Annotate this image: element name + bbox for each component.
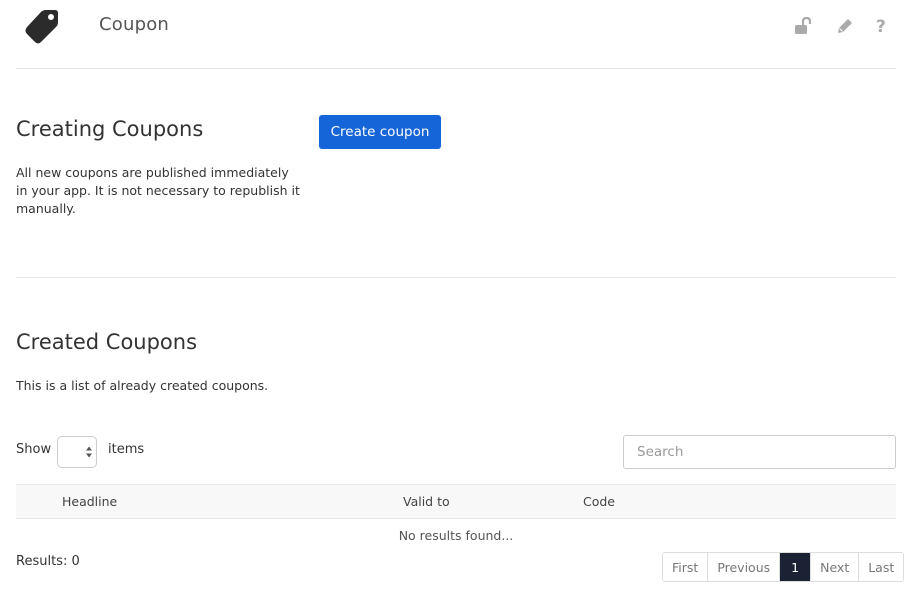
tag-icon	[25, 10, 58, 44]
items-label: items	[108, 442, 145, 457]
description-line: All new coupons are published immediatel…	[16, 165, 289, 180]
help-icon[interactable]: ?	[872, 16, 892, 36]
table-header: Headline Valid to Code	[16, 484, 896, 519]
search-input[interactable]	[623, 435, 896, 469]
section-divider	[16, 277, 896, 278]
empty-table-message: No results found...	[398, 528, 514, 543]
pagination-next[interactable]: Next	[810, 553, 859, 581]
pencil-icon[interactable]	[835, 16, 855, 36]
svg-text:?: ?	[876, 17, 886, 36]
show-label: Show	[16, 442, 52, 457]
sort-arrows-icon	[86, 446, 92, 458]
pagination-first[interactable]: First	[663, 553, 708, 581]
page-title: Coupon	[99, 14, 170, 35]
column-header-code[interactable]: Code	[583, 494, 615, 509]
items-per-page-select[interactable]	[57, 436, 97, 468]
created-coupons-heading: Created Coupons	[16, 330, 198, 354]
description-line: manually.	[16, 201, 76, 216]
description-line: in your app. It is not necessary to repu…	[16, 183, 300, 198]
column-header-valid-to[interactable]: Valid to	[403, 494, 450, 509]
header-divider	[16, 68, 896, 69]
creating-coupons-description: All new coupons are published immediatel…	[16, 164, 306, 218]
results-count: Results: 0	[16, 554, 80, 569]
pagination: First Previous 1 Next Last	[662, 552, 905, 582]
column-header-headline[interactable]: Headline	[62, 494, 117, 509]
pagination-last[interactable]: Last	[858, 553, 904, 581]
unlock-icon[interactable]	[794, 16, 814, 36]
create-coupon-button[interactable]: Create coupon	[319, 115, 441, 149]
creating-coupons-heading: Creating Coupons	[16, 117, 204, 141]
pagination-previous[interactable]: Previous	[707, 553, 780, 581]
created-coupons-description: This is a list of already created coupon…	[16, 378, 269, 393]
pagination-page-current[interactable]: 1	[779, 553, 811, 581]
